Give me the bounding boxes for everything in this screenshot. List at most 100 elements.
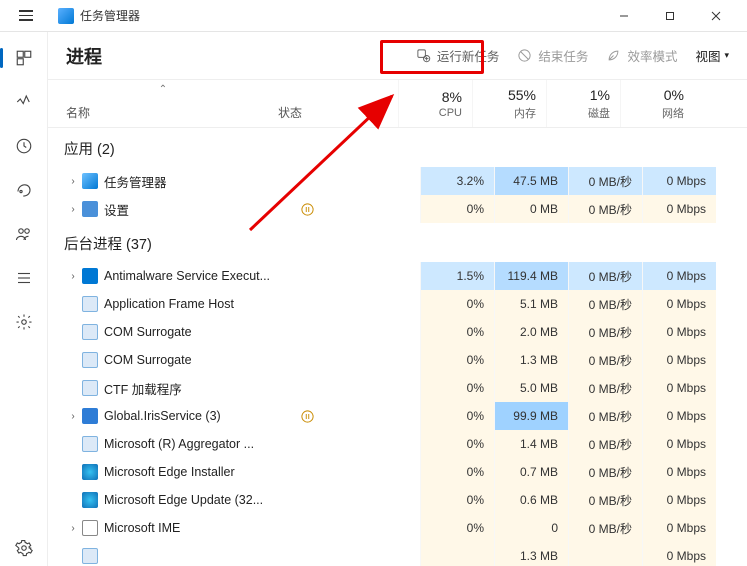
- cell: 0 Mbps: [642, 430, 716, 458]
- cell-mem: 1.3 MB: [494, 346, 568, 374]
- process-row[interactable]: Application Frame Host0%5.1 MB0 MB/秒0 Mb…: [48, 290, 747, 318]
- metric-pct: 55%: [508, 87, 536, 103]
- cell: 0 MB/秒: [568, 290, 642, 318]
- sort-indicator-icon: ⌃: [159, 84, 167, 95]
- process-icon: [82, 548, 98, 564]
- maximize-button[interactable]: [647, 0, 693, 32]
- process-row[interactable]: ›Microsoft IME0%00 MB/秒0 Mbps: [48, 514, 747, 542]
- process-row[interactable]: Microsoft Edge Installer0%0.7 MB0 MB/秒0 …: [48, 458, 747, 486]
- cell: 0 Mbps: [642, 542, 716, 566]
- cell: 0 Mbps: [642, 514, 716, 542]
- process-name: Global.IrisService (3): [104, 409, 300, 423]
- col-name[interactable]: ⌃ 名称: [48, 80, 278, 127]
- col-status-label: 状态: [278, 104, 302, 121]
- process-row[interactable]: ›Global.IrisService (3)0%99.9 MB0 MB/秒0 …: [48, 402, 747, 430]
- process-row[interactable]: CTF 加载程序0%5.0 MB0 MB/秒0 Mbps: [48, 374, 747, 402]
- menu-button[interactable]: [8, 10, 44, 21]
- expand-toggle[interactable]: ›: [64, 411, 82, 422]
- process-name: COM Surrogate: [104, 353, 300, 367]
- process-icon: [82, 324, 98, 340]
- cell: 0%: [420, 458, 494, 486]
- chevron-down-icon: ▾: [724, 50, 729, 61]
- cell: 0 Mbps: [642, 458, 716, 486]
- cell: 0 Mbps: [642, 486, 716, 514]
- cell: 0%: [420, 346, 494, 374]
- metric-pct: 1%: [590, 87, 610, 103]
- cell: 0%: [420, 514, 494, 542]
- process-list[interactable]: 应用 (2)›任务管理器3.2%47.5 MB0 MB/秒0 Mbps›设置0%…: [48, 128, 747, 566]
- process-name: COM Surrogate: [104, 325, 300, 339]
- process-row[interactable]: 1.3 MB0 Mbps: [48, 542, 747, 566]
- cell: 0 Mbps: [642, 195, 716, 223]
- nav-users[interactable]: [4, 216, 44, 252]
- nav-startup[interactable]: [4, 172, 44, 208]
- process-icon: [82, 201, 98, 217]
- cell: 0%: [420, 486, 494, 514]
- col-metric-CPU[interactable]: 8%CPU: [398, 80, 472, 127]
- minimize-button[interactable]: [601, 0, 647, 32]
- cell: 0 MB/秒: [568, 430, 642, 458]
- process-name: 任务管理器: [104, 172, 300, 191]
- end-task-button[interactable]: 结束任务: [517, 46, 588, 65]
- cell: 0%: [420, 430, 494, 458]
- cell: 0 Mbps: [642, 318, 716, 346]
- process-icon: [82, 520, 98, 536]
- expand-toggle[interactable]: ›: [64, 271, 82, 282]
- cell: 0 MB/秒: [568, 346, 642, 374]
- expand-toggle[interactable]: ›: [64, 523, 82, 534]
- page-title: 进程: [66, 43, 102, 69]
- cell-mem: 0.7 MB: [494, 458, 568, 486]
- cell: 1.5%: [420, 262, 494, 290]
- nav-performance[interactable]: [4, 84, 44, 120]
- view-dropdown[interactable]: 视图 ▾: [695, 46, 729, 65]
- expand-toggle[interactable]: ›: [64, 204, 82, 215]
- col-status[interactable]: 状态: [278, 80, 398, 127]
- process-name: Microsoft IME: [104, 521, 300, 535]
- metric-label: CPU: [439, 107, 462, 119]
- process-row[interactable]: ›任务管理器3.2%47.5 MB0 MB/秒0 Mbps: [48, 167, 747, 195]
- cell: 0%: [420, 318, 494, 346]
- col-metric-磁盘[interactable]: 1%磁盘: [546, 80, 620, 127]
- run-new-task-button[interactable]: 运行新任务: [416, 46, 500, 65]
- process-icon: [82, 492, 98, 508]
- process-row[interactable]: Microsoft (R) Aggregator ...0%1.4 MB0 MB…: [48, 430, 747, 458]
- cell-mem: 2.0 MB: [494, 318, 568, 346]
- process-row[interactable]: ›Antimalware Service Execut...1.5%119.4 …: [48, 262, 747, 290]
- efficiency-label: 效率模式: [627, 46, 677, 65]
- cell: 0 MB/秒: [568, 514, 642, 542]
- process-row[interactable]: COM Surrogate0%2.0 MB0 MB/秒0 Mbps: [48, 318, 747, 346]
- app-title: 任务管理器: [80, 7, 140, 24]
- col-metric-内存[interactable]: 55% 内存: [472, 80, 546, 127]
- cell: 0 MB/秒: [568, 458, 642, 486]
- close-button[interactable]: [693, 0, 739, 32]
- col-metric-网络[interactable]: 0%网络: [620, 80, 694, 127]
- toolbar: 进程 运行新任务 结束任务 效率模式 视图 ▾: [48, 32, 747, 80]
- process-row[interactable]: ›设置0%0 MB0 MB/秒0 Mbps: [48, 195, 747, 223]
- cell: 0 Mbps: [642, 262, 716, 290]
- nav-history[interactable]: [4, 128, 44, 164]
- process-name: Antimalware Service Execut...: [104, 269, 300, 283]
- view-label: 视图: [695, 46, 720, 65]
- cell: 0%: [420, 195, 494, 223]
- app-icon: [58, 8, 74, 24]
- process-row[interactable]: Microsoft Edge Update (32...0%0.6 MB0 MB…: [48, 486, 747, 514]
- expand-toggle[interactable]: ›: [64, 176, 82, 187]
- nav-settings[interactable]: [4, 530, 44, 566]
- cell: [420, 542, 494, 566]
- nav-services[interactable]: [4, 304, 44, 340]
- cell: 0 Mbps: [642, 402, 716, 430]
- cell-mem: 0.6 MB: [494, 486, 568, 514]
- process-row[interactable]: COM Surrogate0%1.3 MB0 MB/秒0 Mbps: [48, 346, 747, 374]
- nav-details[interactable]: [4, 260, 44, 296]
- efficiency-mode-button[interactable]: 效率模式: [606, 46, 677, 65]
- run-icon: [416, 48, 431, 63]
- cell: 0%: [420, 374, 494, 402]
- cell-mem: 5.0 MB: [494, 374, 568, 402]
- cell: 0 Mbps: [642, 290, 716, 318]
- process-name: Microsoft Edge Update (32...: [104, 493, 300, 507]
- process-status: [300, 409, 420, 424]
- metric-label: 内存: [514, 105, 536, 121]
- titlebar: 任务管理器: [0, 0, 747, 32]
- end-icon: [517, 48, 532, 63]
- nav-processes[interactable]: [4, 40, 44, 76]
